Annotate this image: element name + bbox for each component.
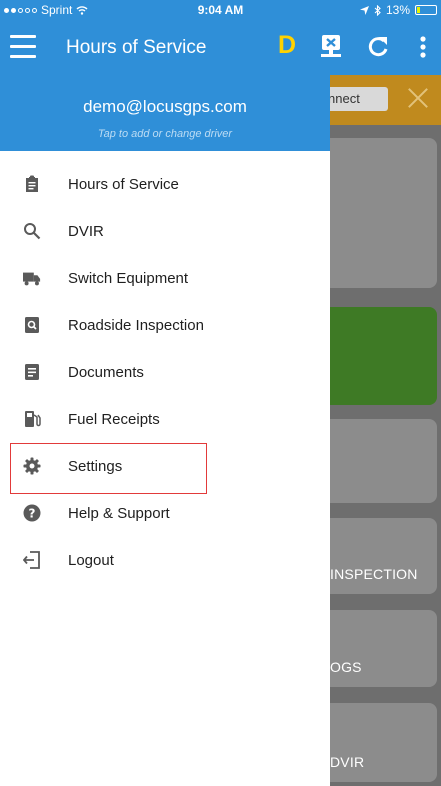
location-arrow-icon — [359, 5, 369, 15]
help-circle-icon: ? — [23, 504, 41, 522]
close-icon[interactable] — [406, 85, 430, 111]
menu-item-dvir[interactable]: DVIR — [0, 208, 330, 254]
menu-item-help-support[interactable]: ? Help & Support — [0, 490, 330, 536]
battery-fill — [417, 7, 420, 13]
menu-item-switch-equipment[interactable]: Switch Equipment — [0, 255, 330, 301]
background-card[interactable] — [330, 138, 437, 288]
menu-item-label: Switch Equipment — [68, 270, 189, 287]
page-title: Hours of Service — [66, 37, 207, 58]
status-bar: Sprint 9:04 AM 13% — [0, 0, 441, 20]
background-card[interactable] — [330, 419, 437, 503]
app-bar: Hours of Service D — [0, 20, 441, 75]
refresh-icon[interactable] — [366, 33, 390, 63]
menu-item-label: Help & Support — [68, 505, 170, 522]
battery-icon — [415, 5, 437, 15]
drawer-header[interactable]: demo@locusgps.com Tap to add or change d… — [0, 75, 330, 151]
search-icon — [24, 223, 41, 240]
driver-status-badge[interactable]: D — [278, 31, 296, 60]
driver-email: demo@locusgps.com — [83, 97, 247, 116]
inspection-icon — [25, 317, 39, 333]
menu-item-roadside-inspection[interactable]: Roadside Inspection — [0, 302, 330, 348]
truck-icon — [23, 272, 41, 286]
background-card-label: INSPECTION — [330, 566, 418, 582]
background-card[interactable]: OGS — [330, 610, 437, 687]
more-vertical-icon[interactable] — [418, 33, 428, 63]
menu-item-label: Logout — [68, 552, 114, 569]
menu-item-label: Roadside Inspection — [68, 317, 204, 334]
menu-item-label: DVIR — [68, 223, 104, 240]
clipboard-icon — [26, 175, 38, 192]
bluetooth-icon — [374, 4, 381, 16]
menu-item-label: Hours of Service — [68, 176, 179, 193]
connect-banner: nnect — [330, 75, 441, 125]
background-card[interactable] — [330, 307, 437, 405]
settings-highlight-box — [10, 443, 207, 494]
battery-percent: 13% — [385, 3, 410, 17]
svg-text:?: ? — [29, 507, 36, 521]
menu-item-logout[interactable]: Logout — [0, 537, 330, 583]
menu-item-documents[interactable]: Documents — [0, 349, 330, 395]
background-card[interactable]: INSPECTION — [330, 518, 437, 594]
fuel-pump-icon — [25, 411, 41, 427]
driver-hint: Tap to add or change driver — [97, 128, 233, 140]
background-card-label: OGS — [330, 659, 362, 675]
connect-button[interactable]: nnect — [330, 87, 388, 111]
status-right: 13% — [359, 3, 437, 17]
menu-item-label: Documents — [68, 364, 144, 381]
menu-item-label: Fuel Receipts — [68, 411, 160, 428]
background-screen: nnect INSPECTION OGS DVIR — [330, 75, 441, 786]
menu-item-fuel-receipts[interactable]: Fuel Receipts — [0, 396, 330, 442]
document-icon — [25, 364, 39, 380]
menu-icon[interactable] — [10, 35, 36, 59]
menu-item-hours-of-service[interactable]: Hours of Service — [0, 161, 330, 207]
logout-icon — [23, 551, 40, 569]
eld-device-icon[interactable] — [318, 33, 344, 63]
background-card[interactable]: DVIR — [330, 703, 437, 782]
background-card-label: DVIR — [330, 754, 365, 770]
navigation-drawer: demo@locusgps.com Tap to add or change d… — [0, 75, 330, 786]
